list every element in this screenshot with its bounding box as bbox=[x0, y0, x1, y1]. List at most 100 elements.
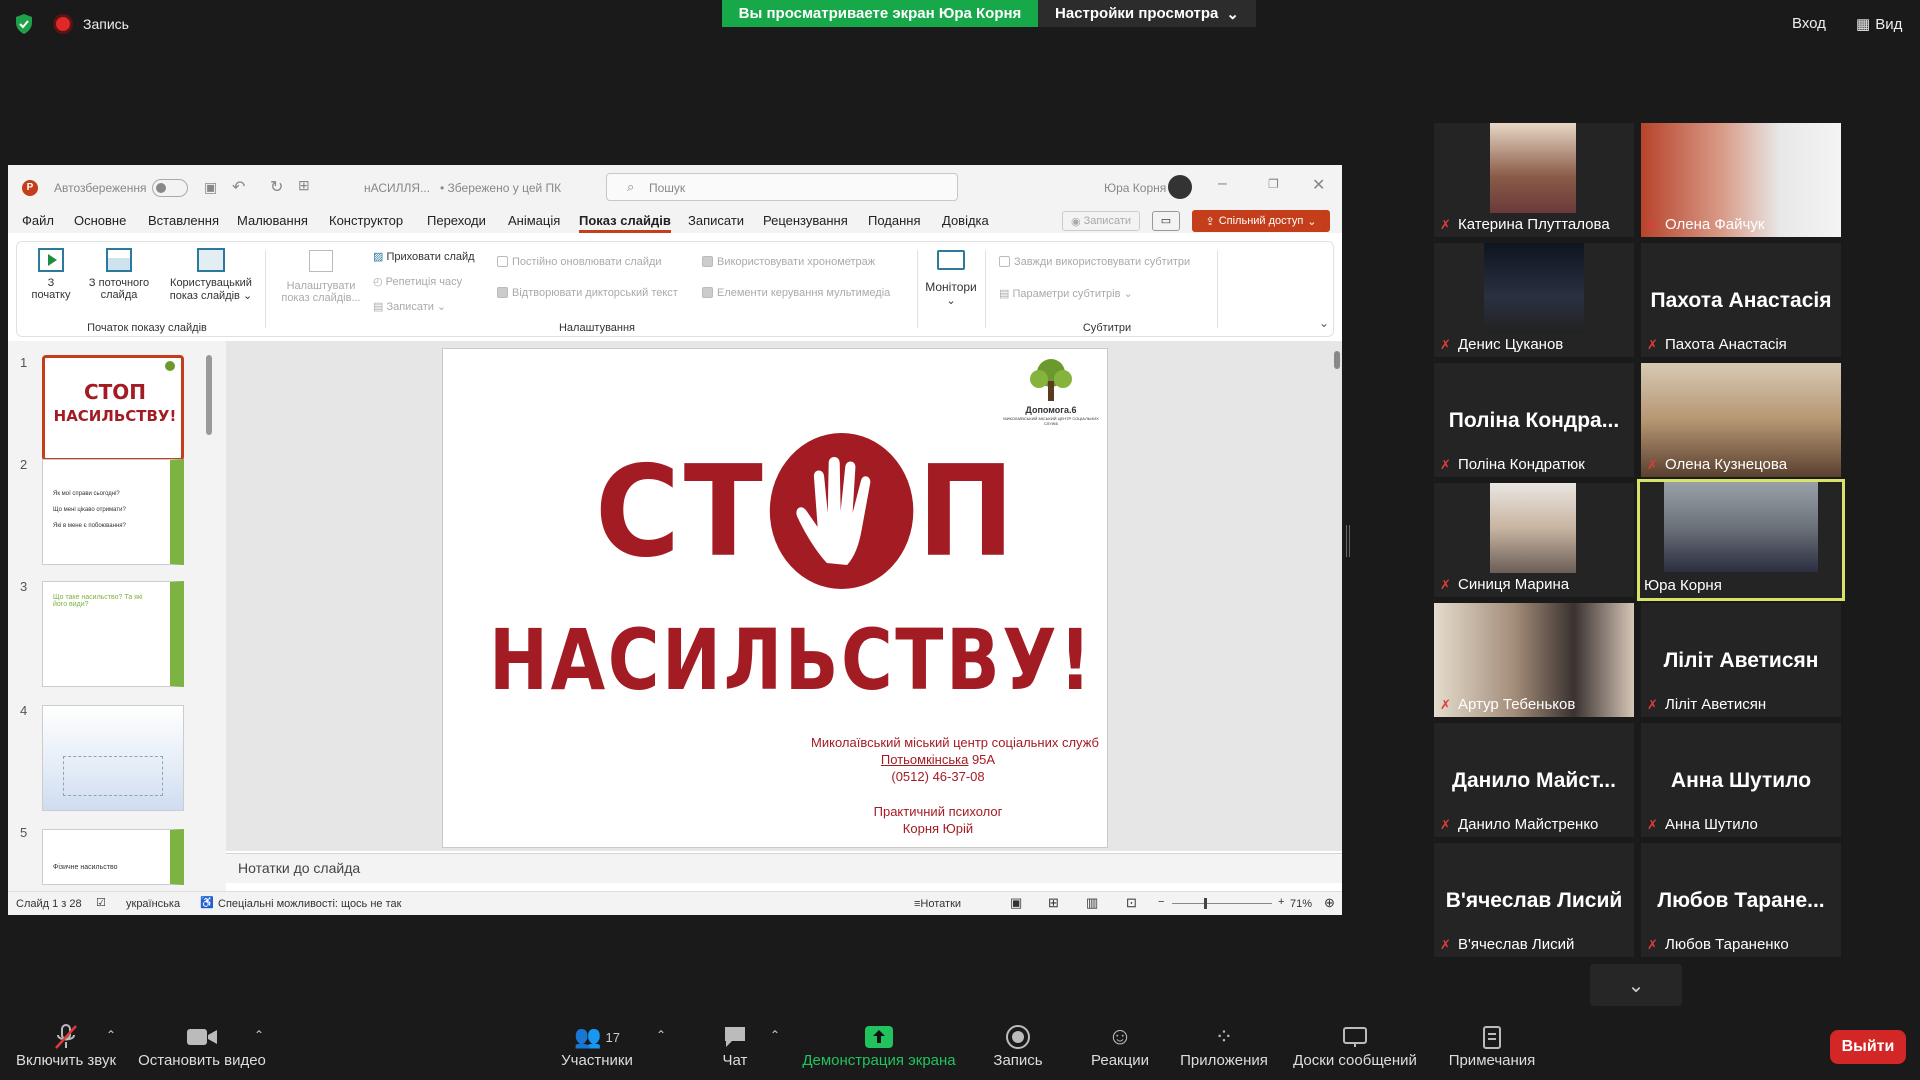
tab-help[interactable]: Довідка bbox=[942, 213, 989, 228]
slide-thumbnail-1[interactable]: СТОП НАСИЛЬСТВУ! bbox=[42, 355, 184, 461]
always-subtitles-checkbox[interactable]: Завжди використовувати субтитри bbox=[999, 256, 1190, 268]
sorter-view-icon[interactable]: ⊞ bbox=[1048, 895, 1059, 911]
from-current-button[interactable]: З поточного слайда bbox=[79, 248, 159, 301]
minimize-icon[interactable]: – bbox=[1218, 175, 1227, 193]
splitter-handle[interactable] bbox=[1346, 525, 1350, 557]
tab-home[interactable]: Основне bbox=[74, 213, 126, 228]
record-meeting-button[interactable]: Запись bbox=[988, 1022, 1048, 1069]
from-start-button[interactable]: З початку bbox=[25, 248, 77, 301]
participant-tile[interactable]: ✗ Синиця Марина bbox=[1434, 483, 1634, 597]
gallery-next-page-button[interactable]: ⌄ bbox=[1590, 964, 1682, 1006]
share-screen-button[interactable]: Демонстрация экрана bbox=[796, 1022, 962, 1069]
notes-toggle[interactable]: ≡Нотатки bbox=[914, 898, 961, 910]
notes-button[interactable]: Примечания bbox=[1444, 1022, 1540, 1069]
apps-button[interactable]: ⁘ Приложения bbox=[1176, 1022, 1272, 1069]
participant-tile[interactable]: Анна Шутило ✗ Анна Шутило bbox=[1641, 723, 1841, 837]
tab-review[interactable]: Рецензування bbox=[763, 213, 848, 228]
tab-record[interactable]: Записати bbox=[688, 213, 744, 228]
stop-right-text: П bbox=[917, 437, 1019, 585]
setup-show-button[interactable]: Налаштувати показ слайдів... bbox=[279, 250, 363, 304]
autosave-toggle[interactable] bbox=[152, 179, 188, 197]
participant-tile[interactable]: ✗ Денис Цуканов bbox=[1434, 243, 1634, 357]
accessibility-status[interactable]: Спеціальні можливості: щось не так bbox=[218, 898, 401, 910]
normal-view-icon[interactable]: ▣ bbox=[1010, 895, 1022, 911]
reactions-button[interactable]: ☺ Реакции bbox=[1084, 1022, 1156, 1069]
close-icon[interactable]: ✕ bbox=[1312, 175, 1325, 195]
view-settings-button[interactable]: Настройки просмотра ⌄ bbox=[1038, 0, 1256, 27]
participant-tile[interactable]: Поліна Кондра... ✗ Поліна Кондратюк bbox=[1434, 363, 1634, 477]
record-button[interactable]: ◉ Записати bbox=[1062, 211, 1140, 231]
participants-caret-icon[interactable]: ⌃ bbox=[656, 1028, 666, 1042]
whiteboards-button[interactable]: Доски сообщений bbox=[1290, 1022, 1420, 1069]
participant-tile[interactable]: В'ячеслав Лисий ✗ В'ячеслав Лисий bbox=[1434, 843, 1634, 957]
chat-caret-icon[interactable]: ⌃ bbox=[770, 1028, 780, 1042]
audio-options-caret-icon[interactable]: ⌃ bbox=[106, 1028, 116, 1042]
slideshow-view-icon[interactable]: ⊡ bbox=[1126, 895, 1137, 911]
redo-icon[interactable]: ↻ bbox=[270, 177, 283, 197]
participant-tile[interactable]: ✗ Олена Файчук bbox=[1641, 123, 1841, 237]
reading-view-icon[interactable]: ▥ bbox=[1086, 895, 1098, 911]
participants-button[interactable]: 👥 17 Участники bbox=[555, 1022, 639, 1069]
view-button[interactable]: ▦ Вид bbox=[1856, 15, 1902, 34]
tab-slideshow[interactable]: Показ слайдів bbox=[579, 213, 671, 233]
rehearse-button[interactable]: ◴ Репетиція часу bbox=[373, 275, 462, 288]
slide-thumbnail-4[interactable] bbox=[42, 705, 184, 811]
language[interactable]: українська bbox=[126, 898, 180, 910]
zoom-slider[interactable] bbox=[1172, 898, 1272, 909]
share-button[interactable]: ⇪ Спільний доступ ⌄ bbox=[1192, 210, 1330, 232]
saved-status[interactable]: • Збережено у цей ПК bbox=[440, 181, 561, 195]
slide-vscrollbar[interactable] bbox=[1334, 351, 1340, 369]
participant-tile[interactable]: Данило Майст... ✗ Данило Майстренко bbox=[1434, 723, 1634, 837]
zoom-in-icon[interactable]: + bbox=[1278, 896, 1284, 908]
participant-tile[interactable]: ✗ Катерина Плутталова bbox=[1434, 123, 1634, 237]
custom-show-button[interactable]: Користувацький показ слайдів ⌄ bbox=[163, 248, 259, 302]
record-show-button[interactable]: ▤ Записати ⌄ bbox=[373, 300, 446, 313]
chat-button[interactable]: Чат bbox=[705, 1022, 765, 1069]
comments-button[interactable]: ▭ bbox=[1152, 211, 1180, 231]
slide-thumbnail-2[interactable]: Як мої справи сьогодні? Що мені цікаво о… bbox=[42, 459, 184, 565]
tab-insert[interactable]: Вставлення bbox=[148, 213, 219, 228]
tab-view[interactable]: Подання bbox=[868, 213, 921, 228]
subtitle-settings-button[interactable]: ▤ Параметри субтитрів ⌄ bbox=[999, 287, 1133, 300]
participant-tile[interactable]: ✗ Артур Тебеньков bbox=[1434, 603, 1634, 717]
monitors-button[interactable]: Монітори ⌄ bbox=[921, 250, 981, 307]
participant-tile-active[interactable]: Юра Корня bbox=[1637, 479, 1845, 601]
avatar[interactable] bbox=[1168, 175, 1192, 199]
slide-thumbnail-5[interactable]: Фізичне насильство bbox=[42, 829, 184, 885]
notes-pane[interactable]: Нотатки до слайда bbox=[226, 853, 1342, 883]
collapse-ribbon-icon[interactable]: ⌄ bbox=[1319, 316, 1329, 330]
video-options-caret-icon[interactable]: ⌃ bbox=[254, 1028, 264, 1042]
search-box[interactable]: ⌕ Пошук bbox=[606, 173, 958, 201]
participant-tile[interactable]: Ліліт Аветисян ✗ Ліліт Аветисян bbox=[1641, 603, 1841, 717]
tab-animations[interactable]: Анімація bbox=[508, 213, 560, 228]
hide-slide-button[interactable]: ▨ Приховати слайд bbox=[373, 250, 475, 263]
present-icon[interactable]: ⊞ bbox=[298, 177, 310, 194]
slide-thumbnail-3[interactable]: Що таке насильство? Та які його види? bbox=[42, 581, 184, 687]
zoom-level[interactable]: 71% bbox=[1290, 898, 1312, 910]
stop-word: СТ П bbox=[595, 433, 1018, 589]
play-narration-checkbox[interactable]: Відтворювати дикторський текст bbox=[497, 287, 678, 299]
undo-icon[interactable]: ↶ bbox=[232, 177, 245, 197]
tab-draw[interactable]: Малювання bbox=[237, 213, 308, 228]
restore-icon[interactable]: ❐ bbox=[1268, 177, 1279, 191]
participant-tile[interactable]: ✗ Олена Кузнецова bbox=[1641, 363, 1841, 477]
tab-design[interactable]: Конструктор bbox=[329, 213, 403, 228]
keep-updated-checkbox[interactable]: Постійно оновлювати слайди bbox=[497, 256, 662, 268]
tab-file[interactable]: Файл bbox=[22, 213, 54, 228]
participant-tile[interactable]: Пахота Анастасія ✗ Пахота Анастасія bbox=[1641, 243, 1841, 357]
leave-button[interactable]: Выйти bbox=[1830, 1030, 1906, 1064]
use-timings-checkbox[interactable]: Використовувати хронометраж bbox=[702, 256, 875, 268]
fit-slide-icon[interactable]: ⊕ bbox=[1324, 895, 1335, 911]
spellcheck-icon[interactable]: ☑ bbox=[96, 896, 106, 909]
participants-icon: 👥 bbox=[574, 1024, 602, 1049]
current-slide[interactable]: Допомога.6 МИКОЛАЇВСЬКИЙ МІСЬКИЙ ЦЕНТР С… bbox=[442, 348, 1108, 848]
participant-tile[interactable]: Любов Таране... ✗ Любов Тараненко bbox=[1641, 843, 1841, 957]
stop-video-button[interactable]: Остановить видео bbox=[136, 1022, 268, 1069]
zoom-out-icon[interactable]: − bbox=[1158, 896, 1164, 908]
enter-button[interactable]: Вход bbox=[1792, 15, 1826, 32]
tab-transitions[interactable]: Переходи bbox=[427, 213, 486, 228]
save-icon[interactable]: ▣ bbox=[204, 179, 217, 196]
thumbs-scrollbar[interactable] bbox=[206, 355, 212, 435]
security-shield-icon[interactable] bbox=[12, 12, 36, 36]
media-controls-checkbox[interactable]: Елементи керування мультимедіа bbox=[702, 287, 890, 299]
